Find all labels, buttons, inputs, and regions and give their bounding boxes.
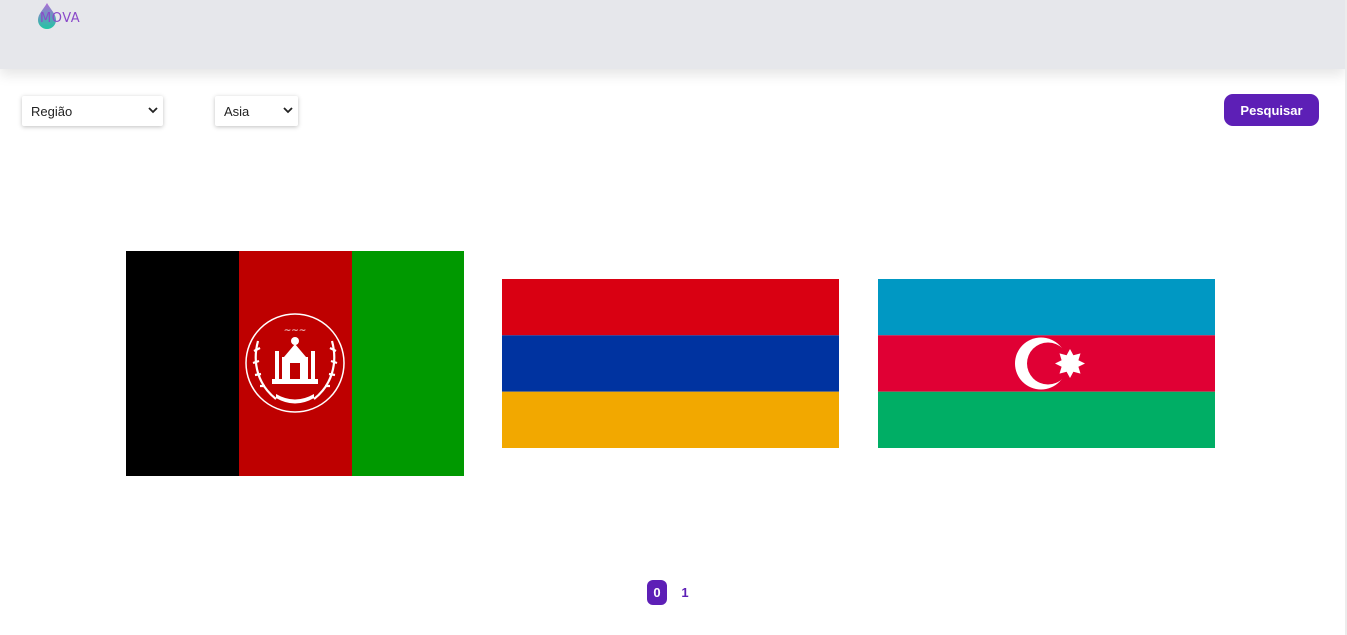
armenia-flag-icon[interactable] <box>502 279 839 448</box>
chevron-down-icon <box>148 107 158 114</box>
app-logo[interactable]: MOVA <box>34 2 84 32</box>
region-select[interactable]: Região <box>22 96 163 126</box>
page: MOVA Região Asia Pesquisar ~~~ 0 1 <box>0 0 1347 635</box>
page-0-button[interactable]: 0 <box>647 580 667 605</box>
logo-text: MOVA <box>40 11 81 26</box>
continent-select-value: Asia <box>224 103 250 119</box>
top-bar: MOVA <box>0 0 1345 69</box>
afghanistan-flag-icon[interactable]: ~~~ <box>126 251 464 476</box>
continent-select[interactable]: Asia <box>215 96 298 126</box>
azerbaijan-flag-icon[interactable] <box>878 279 1215 448</box>
search-button[interactable]: Pesquisar <box>1224 94 1319 126</box>
region-select-value: Região <box>31 103 73 119</box>
page-1-button[interactable]: 1 <box>676 580 694 605</box>
svg-text:~~~: ~~~ <box>284 326 307 336</box>
chevron-down-icon <box>283 107 293 114</box>
